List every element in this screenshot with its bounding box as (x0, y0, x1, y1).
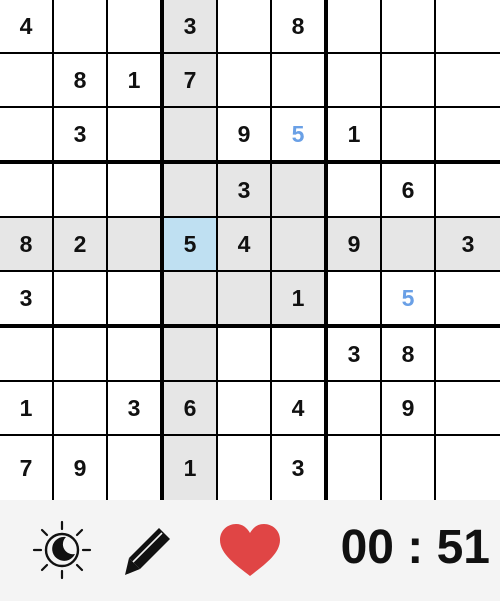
sudoku-board: 43881739513682549331538136497913 (0, 0, 500, 500)
sudoku-cell-r1c1[interactable]: 4 (0, 0, 52, 52)
sudoku-cell-r4c3[interactable] (108, 164, 160, 216)
sudoku-cell-r4c1[interactable] (0, 164, 52, 216)
sudoku-cell-r2c3[interactable]: 1 (108, 54, 160, 106)
heart-icon (220, 524, 280, 576)
sudoku-cell-r3c2[interactable]: 3 (54, 108, 106, 160)
sudoku-cell-r8c7[interactable] (328, 382, 380, 434)
game-timer: 00 : 51 (340, 521, 490, 574)
sudoku-cell-r8c6[interactable]: 4 (272, 382, 324, 434)
sudoku-cell-r6c4[interactable] (164, 272, 216, 324)
sudoku-cell-r3c1[interactable] (0, 108, 52, 160)
sudoku-cell-r1c2[interactable] (54, 0, 106, 52)
sudoku-cell-r9c6[interactable]: 3 (272, 436, 324, 500)
sudoku-cell-r6c8[interactable]: 5 (382, 272, 434, 324)
sudoku-cell-r5c8[interactable] (382, 218, 434, 270)
sudoku-cell-r6c9[interactable] (436, 272, 500, 324)
sudoku-cell-r5c1[interactable]: 8 (0, 218, 52, 270)
sudoku-cell-r8c5[interactable] (218, 382, 270, 434)
sudoku-cell-r3c4[interactable] (164, 108, 216, 160)
sudoku-cell-r9c5[interactable] (218, 436, 270, 500)
sudoku-cell-r9c7[interactable] (328, 436, 380, 500)
sudoku-cell-r7c2[interactable] (54, 328, 106, 380)
sudoku-cell-r3c6[interactable]: 5 (272, 108, 324, 160)
sudoku-cell-r1c8[interactable] (382, 0, 434, 52)
sudoku-cell-r2c2[interactable]: 8 (54, 54, 106, 106)
sudoku-cell-r8c9[interactable] (436, 382, 500, 434)
sudoku-cell-r4c5[interactable]: 3 (218, 164, 270, 216)
sudoku-cell-r8c2[interactable] (54, 382, 106, 434)
sudoku-cell-r1c9[interactable] (436, 0, 500, 52)
sudoku-cell-r7c6[interactable] (272, 328, 324, 380)
sudoku-cell-r6c1[interactable]: 3 (0, 272, 52, 324)
sudoku-cell-r2c7[interactable] (328, 54, 380, 106)
sudoku-cell-r1c4[interactable]: 3 (164, 0, 216, 52)
sudoku-cell-r9c9[interactable] (436, 436, 500, 500)
sudoku-cell-r2c9[interactable] (436, 54, 500, 106)
sudoku-cell-r6c5[interactable] (218, 272, 270, 324)
sudoku-cell-r8c1[interactable]: 1 (0, 382, 52, 434)
sudoku-cell-r1c3[interactable] (108, 0, 160, 52)
sudoku-cell-r1c6[interactable]: 8 (272, 0, 324, 52)
sudoku-cell-r3c3[interactable] (108, 108, 160, 160)
sudoku-cell-r2c8[interactable] (382, 54, 434, 106)
sun-moon-icon (32, 520, 92, 580)
sudoku-cell-r1c7[interactable] (328, 0, 380, 52)
sudoku-cell-r8c8[interactable]: 9 (382, 382, 434, 434)
sudoku-cell-r8c4[interactable]: 6 (164, 382, 216, 434)
sudoku-cell-r4c6[interactable] (272, 164, 324, 216)
sudoku-cell-r5c9[interactable]: 3 (436, 218, 500, 270)
sudoku-cell-r9c3[interactable] (108, 436, 160, 500)
sudoku-cell-r9c2[interactable]: 9 (54, 436, 106, 500)
sudoku-cell-r6c6[interactable]: 1 (272, 272, 324, 324)
sudoku-cell-r3c5[interactable]: 9 (218, 108, 270, 160)
sudoku-cell-r7c5[interactable] (218, 328, 270, 380)
sudoku-cell-r7c1[interactable] (0, 328, 52, 380)
lives-indicator (216, 522, 284, 580)
sudoku-cell-r5c3[interactable] (108, 218, 160, 270)
sudoku-cell-r1c5[interactable] (218, 0, 270, 52)
sudoku-cell-r2c1[interactable] (0, 54, 52, 106)
sudoku-cell-r4c9[interactable] (436, 164, 500, 216)
sudoku-cell-r4c2[interactable] (54, 164, 106, 216)
sudoku-cell-r5c4[interactable]: 5 (164, 218, 216, 270)
sudoku-cell-r5c7[interactable]: 9 (328, 218, 380, 270)
pencil-icon (125, 528, 170, 575)
sudoku-cell-r2c4[interactable]: 7 (164, 54, 216, 106)
sudoku-cell-r5c6[interactable] (272, 218, 324, 270)
theme-toggle-button[interactable] (30, 518, 94, 582)
sudoku-cell-r5c2[interactable]: 2 (54, 218, 106, 270)
sudoku-cell-r5c5[interactable]: 4 (218, 218, 270, 270)
sudoku-cell-r3c9[interactable] (436, 108, 500, 160)
sudoku-cell-r2c5[interactable] (218, 54, 270, 106)
sudoku-cell-r7c7[interactable]: 3 (328, 328, 380, 380)
sudoku-cell-r6c7[interactable] (328, 272, 380, 324)
sudoku-cell-r3c7[interactable]: 1 (328, 108, 380, 160)
sudoku-cell-r7c9[interactable] (436, 328, 500, 380)
sudoku-cell-r7c8[interactable]: 8 (382, 328, 434, 380)
sudoku-cell-r7c4[interactable] (164, 328, 216, 380)
sudoku-cell-r8c3[interactable]: 3 (108, 382, 160, 434)
sudoku-cell-r9c4[interactable]: 1 (164, 436, 216, 500)
pencil-button[interactable] (118, 520, 180, 580)
sudoku-cell-r4c7[interactable] (328, 164, 380, 216)
sudoku-cell-r3c8[interactable] (382, 108, 434, 160)
sudoku-cell-r4c8[interactable]: 6 (382, 164, 434, 216)
sudoku-app: 43881739513682549331538136497913 00: 51 (0, 0, 500, 601)
sudoku-cell-r9c1[interactable]: 7 (0, 436, 52, 500)
sudoku-cell-r6c2[interactable] (54, 272, 106, 324)
sudoku-cell-r4c4[interactable] (164, 164, 216, 216)
sudoku-cell-r6c3[interactable] (108, 272, 160, 324)
sudoku-cell-r9c8[interactable] (382, 436, 434, 500)
sudoku-cell-r7c3[interactable] (108, 328, 160, 380)
sudoku-cell-r2c6[interactable] (272, 54, 324, 106)
